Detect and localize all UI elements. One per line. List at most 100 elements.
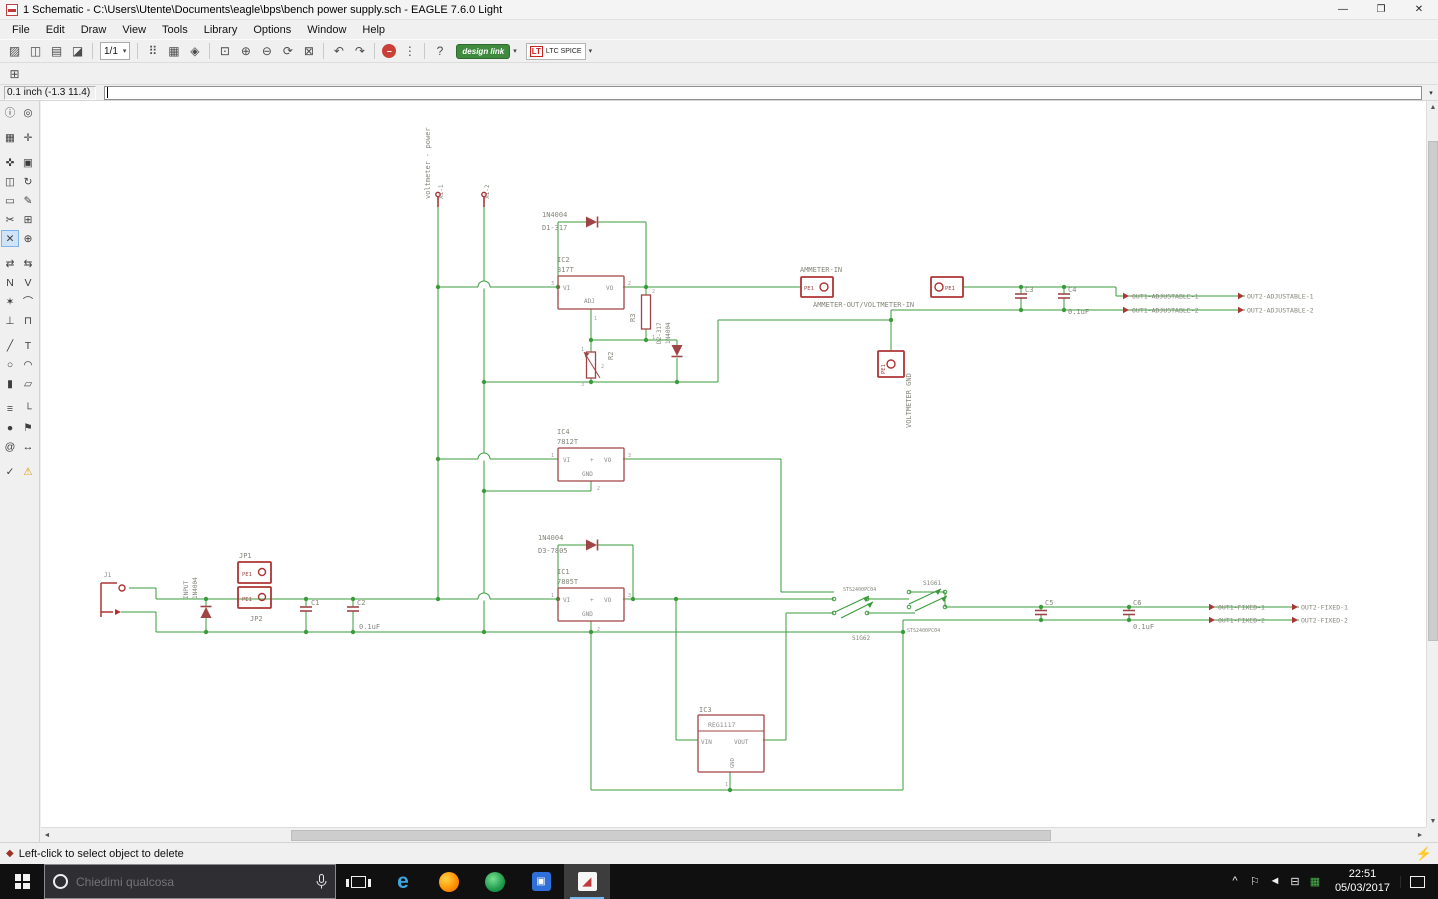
app-green-button[interactable] — [472, 864, 518, 899]
schematic-label[interactable]: VO — [606, 285, 614, 292]
output-flag-icon[interactable] — [1238, 293, 1244, 299]
tool-paste[interactable]: ⊞ — [19, 211, 37, 228]
schematic-label[interactable]: AMMETER-OUT/VOLTMETER-IN — [813, 301, 914, 309]
zoom-select-button[interactable]: ⊠ — [298, 41, 319, 61]
tool-net[interactable]: └ — [19, 400, 37, 417]
junction-dot[interactable] — [889, 318, 893, 322]
scroll-down-arrow[interactable]: ▼ — [1427, 815, 1438, 827]
output-flag-icon[interactable] — [1123, 307, 1129, 313]
save-button[interactable]: ◫ — [25, 41, 46, 61]
output-flag-label[interactable]: OUT2-FIXED-2 — [1301, 617, 1348, 625]
tool-show[interactable]: ◎ — [19, 104, 37, 121]
tool-add[interactable]: ⊕ — [19, 230, 37, 247]
output-flag-label[interactable]: OUT2-ADJUSTABLE-2 — [1247, 307, 1314, 315]
schematic-label[interactable]: C6 — [1133, 599, 1141, 607]
tool-junction[interactable]: ● — [1, 419, 19, 436]
cortana-search-box[interactable] — [44, 864, 336, 899]
schematic-label[interactable]: C4 — [1068, 286, 1076, 294]
command-line[interactable] — [104, 86, 1422, 100]
output-flag-label[interactable]: OUT1-ADJUSTABLE-2 — [1132, 307, 1199, 315]
grid-button[interactable]: ⊞ — [4, 64, 25, 84]
schematic-label[interactable]: JP2 — [250, 615, 263, 623]
schematic-label[interactable]: X1-2 — [484, 184, 491, 199]
tool-mirror[interactable]: ◫ — [1, 173, 19, 190]
vertical-scroll-thumb[interactable] — [1428, 141, 1438, 641]
menu-options[interactable]: Options — [245, 22, 299, 38]
junction-dot[interactable] — [482, 489, 486, 493]
cam-processor-button[interactable]: ◪ — [67, 41, 88, 61]
tool-value[interactable]: V — [19, 274, 37, 291]
traffic-light-button[interactable]: ⋮ — [399, 41, 420, 61]
output-flag-icon[interactable] — [1292, 604, 1298, 610]
output-flag-label[interactable]: OUT1-FIXED-1 — [1218, 604, 1265, 612]
undo-button[interactable]: ↶ — [328, 41, 349, 61]
schematic-label[interactable]: C1 — [311, 599, 319, 607]
schematic-label[interactable]: PE1 — [881, 364, 887, 374]
tool-split[interactable]: ⊥ — [1, 312, 19, 329]
flag-icon[interactable]: ⚐ — [1245, 875, 1265, 888]
volume-icon[interactable]: ◄ — [1265, 875, 1285, 888]
junction-dot[interactable] — [204, 630, 208, 634]
schematic-label[interactable]: C5 — [1045, 599, 1053, 607]
plugin-dropdown-arrow[interactable]: ▾ — [510, 47, 520, 55]
schematic-label[interactable]: 0.1uF — [1133, 623, 1154, 631]
tool-info[interactable]: ⓘ — [1, 104, 19, 121]
tool-miter[interactable]: ⌒ — [19, 293, 37, 310]
schematic-label[interactable]: voltmeter - power — [424, 127, 432, 199]
pe-circle[interactable] — [259, 569, 266, 576]
app-firefox-button[interactable] — [426, 864, 472, 899]
menu-library[interactable]: Library — [196, 22, 246, 38]
schematic-label[interactable]: AMMETER-IN — [800, 266, 842, 274]
output-flag-label[interactable]: OUT2-FIXED-1 — [1301, 604, 1348, 612]
display-layers-button[interactable]: ▦ — [163, 41, 184, 61]
junction-dot[interactable] — [436, 285, 440, 289]
tool-errors[interactable]: ⚠ — [19, 463, 37, 480]
tool-polygon[interactable]: ▱ — [19, 375, 37, 392]
junction-dot[interactable] — [482, 630, 486, 634]
schematic-label[interactable]: GND — [730, 758, 736, 768]
tool-mark[interactable]: ✛ — [19, 129, 37, 146]
trimmer[interactable] — [587, 352, 596, 378]
network-icon[interactable]: ⊟ — [1285, 875, 1305, 888]
zoom-redraw-button[interactable]: ⟳ — [277, 41, 298, 61]
tool-dimension[interactable]: ↔ — [19, 438, 37, 455]
schematic-label[interactable]: IC3 — [699, 706, 712, 714]
schematic-label[interactable]: VO — [604, 597, 612, 604]
tool-label[interactable]: ⚑ — [19, 419, 37, 436]
tool-pinswap[interactable]: ⇄ — [1, 255, 19, 272]
schematic-label[interactable]: JP1 — [239, 552, 252, 560]
output-flag-icon[interactable] — [1209, 617, 1215, 623]
vertical-scrollbar[interactable]: ▲ ▼ — [1426, 101, 1438, 827]
schematic-label[interactable]: VO — [604, 457, 612, 464]
zoom-fit-button[interactable]: ⊡ — [214, 41, 235, 61]
schematic-label[interactable]: VOLTMETER GND — [905, 373, 913, 428]
tool-name[interactable]: N — [1, 274, 19, 291]
tool-gateswap[interactable]: ⇆ — [19, 255, 37, 272]
microphone-icon[interactable] — [316, 874, 327, 889]
schematic-label[interactable]: INPUT — [183, 581, 190, 599]
tool-rect[interactable]: ▮ — [1, 375, 19, 392]
schematic-label[interactable]: PE1 — [242, 597, 252, 603]
schematic-label[interactable]: REG1117 — [708, 721, 735, 729]
schematic-label[interactable]: J1 — [104, 572, 112, 579]
scroll-up-arrow[interactable]: ▲ — [1427, 101, 1438, 113]
diode[interactable] — [586, 217, 597, 228]
menu-window[interactable]: Window — [299, 22, 354, 38]
tool-cut[interactable]: ✂ — [1, 211, 19, 228]
schematic-label[interactable]: GND — [582, 471, 593, 478]
taskbar-clock[interactable]: 22:51 05/03/2017 — [1327, 868, 1398, 896]
pe-circle[interactable] — [887, 360, 895, 368]
schematic-label[interactable]: S1G62 — [852, 635, 870, 642]
junction-dot[interactable] — [728, 788, 732, 792]
schematic-label[interactable]: C2 — [357, 599, 365, 607]
eagle-tray-icon[interactable]: ▦ — [1305, 875, 1325, 888]
schematic-label[interactable]: VI — [563, 285, 571, 292]
menu-help[interactable]: Help — [354, 22, 393, 38]
schematic-label[interactable]: D3-7805 — [538, 547, 568, 555]
schematic-label[interactable]: IC2 — [557, 256, 570, 264]
menu-tools[interactable]: Tools — [154, 22, 196, 38]
output-flag-label[interactable]: OUT1-ADJUSTABLE-1 — [1132, 293, 1199, 301]
tool-arc[interactable]: ◠ — [19, 356, 37, 373]
pe-circle[interactable] — [935, 283, 943, 291]
tool-smash[interactable]: ✶ — [1, 293, 19, 310]
